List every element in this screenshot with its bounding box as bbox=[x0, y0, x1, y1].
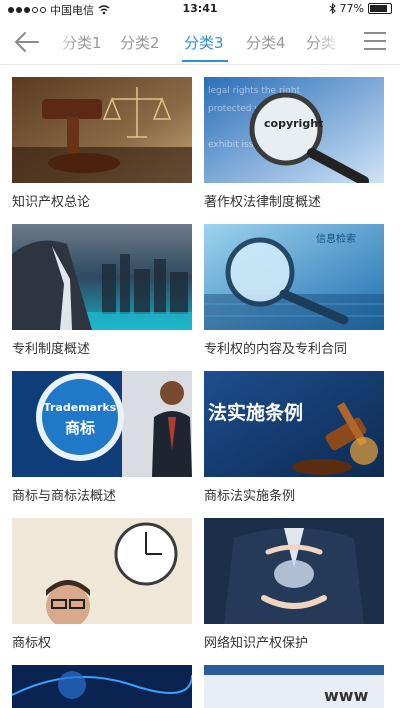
www-browser-image: www bbox=[204, 665, 384, 708]
course-thumbnail: 法实施条例 bbox=[204, 371, 384, 477]
course-title: 商标法实施条例 bbox=[204, 489, 296, 504]
course-title: 商标权 bbox=[12, 636, 52, 651]
course-thumbnail: legal rights the right protected works e… bbox=[204, 77, 384, 183]
copyright-magnifier-image: legal rights the right protected works e… bbox=[204, 77, 384, 183]
menu-icon[interactable] bbox=[364, 32, 386, 52]
course-card[interactable]: 商标权 bbox=[12, 518, 192, 651]
nav-bar: 分类1 分类2 分类3 分类4 分类 bbox=[0, 20, 400, 65]
course-thumbnail bbox=[12, 665, 192, 708]
gavel-image bbox=[12, 77, 192, 183]
course-thumbnail: www bbox=[204, 665, 384, 708]
businessman-city-image bbox=[12, 224, 192, 330]
battery-icon bbox=[368, 3, 392, 14]
network-globe-image bbox=[12, 665, 192, 708]
category-tabs: 分类1 分类2 分类3 分类4 分类 bbox=[54, 20, 344, 64]
course-card[interactable]: 信息检索 专利权的内容及专利合同 bbox=[204, 224, 384, 357]
back-arrow-icon[interactable] bbox=[12, 28, 42, 56]
course-card[interactable] bbox=[12, 665, 192, 708]
course-thumbnail: 信息检索 bbox=[204, 224, 384, 330]
course-title: 网络知识产权保护 bbox=[204, 636, 309, 651]
course-card[interactable]: Trademarks 商标 商标与商标法概述 bbox=[12, 371, 192, 504]
bluetooth-icon bbox=[329, 3, 336, 14]
course-thumbnail bbox=[12, 224, 192, 330]
course-card[interactable]: 知识产权总论 bbox=[12, 77, 192, 210]
regulation-gavel-image: 法实施条例 bbox=[204, 371, 384, 477]
course-card[interactable]: 网络知识产权保护 bbox=[204, 518, 384, 651]
course-thumbnail bbox=[12, 518, 192, 624]
trademark-chinese-word: 商标 bbox=[65, 419, 95, 437]
course-title: 专利制度概述 bbox=[12, 342, 91, 357]
course-card[interactable]: 法实施条例 商标法实施条例 bbox=[204, 371, 384, 504]
status-right: 77% bbox=[329, 2, 392, 15]
course-thumbnail bbox=[204, 518, 384, 624]
course-card[interactable]: 专利制度概述 bbox=[12, 224, 192, 357]
tab-category-4[interactable]: 分类4 bbox=[246, 32, 286, 53]
magnifier-keyboard-image: 信息检索 bbox=[204, 224, 384, 330]
status-bar: 中国电信 13:41 77% bbox=[0, 0, 400, 18]
copyright-word: copyright bbox=[264, 117, 323, 130]
course-thumbnail bbox=[12, 77, 192, 183]
trademarks-image: Trademarks 商标 bbox=[12, 371, 192, 477]
course-title: 著作权法律制度概述 bbox=[204, 195, 322, 210]
trademarks-word: Trademarks bbox=[44, 401, 117, 414]
course-thumbnail: Trademarks 商标 bbox=[12, 371, 192, 477]
info-search-caption: 信息检索 bbox=[316, 232, 356, 245]
businessman-brain-image bbox=[204, 518, 384, 624]
www-text: www bbox=[324, 686, 369, 705]
active-tab-indicator bbox=[182, 60, 228, 62]
course-card[interactable]: legal rights the right protected works e… bbox=[204, 77, 384, 210]
battery-percent: 77% bbox=[339, 2, 364, 15]
man-with-clock-image bbox=[12, 518, 192, 624]
course-title: 知识产权总论 bbox=[12, 195, 91, 210]
regulation-caption: 法实施条例 bbox=[208, 401, 303, 424]
tab-category-3[interactable]: 分类3 bbox=[184, 32, 224, 53]
course-card[interactable]: www bbox=[204, 665, 384, 708]
course-title: 专利权的内容及专利合同 bbox=[204, 342, 348, 357]
course-title: 商标与商标法概述 bbox=[12, 489, 117, 504]
tab-category-2[interactable]: 分类2 bbox=[120, 32, 160, 53]
